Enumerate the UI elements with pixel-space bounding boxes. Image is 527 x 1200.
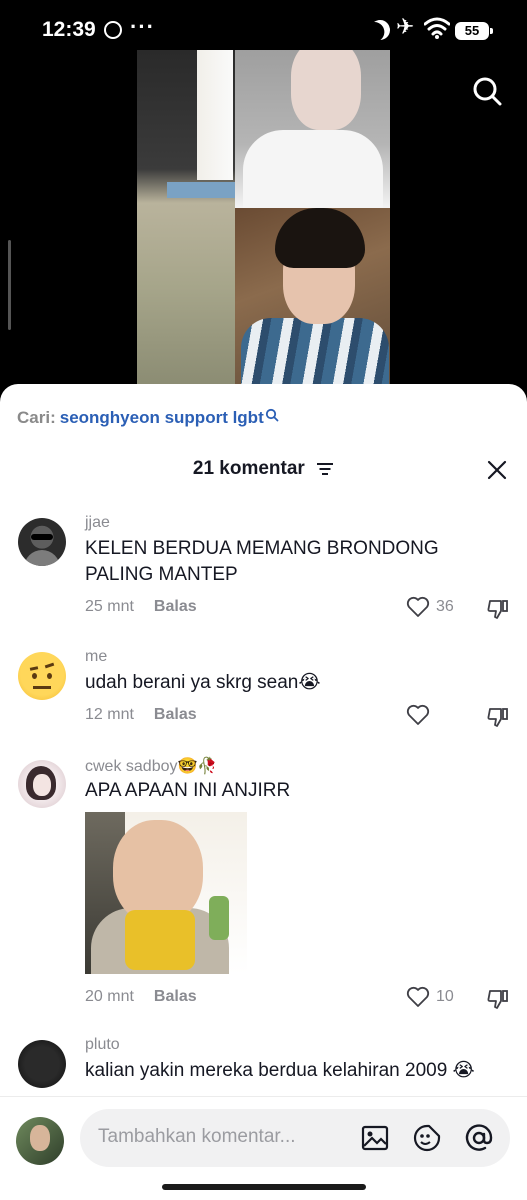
comment-username[interactable]: me	[85, 648, 107, 666]
comment-username[interactable]: jjae	[85, 514, 110, 532]
comment-meta: 20 mnt Balas	[85, 988, 197, 1006]
comment-input-placeholder[interactable]: Tambahkan komentar...	[98, 1126, 296, 1148]
comments-header: 21 komentar	[0, 458, 527, 480]
related-search-query[interactable]: seonghyeon support lgbt	[60, 408, 264, 427]
battery-indicator: 55	[455, 22, 493, 40]
comments-sheet: Cari: seonghyeon support lgbt 21 komentar…	[0, 384, 527, 1200]
comment-time: 25 mnt	[85, 598, 134, 615]
reply-button[interactable]: Balas	[154, 988, 197, 1005]
comment-username[interactable]: pluto	[85, 1036, 120, 1054]
related-search-label: Cari:	[17, 408, 56, 427]
like-button[interactable]: 10	[406, 986, 454, 1008]
like-count: 10	[436, 988, 454, 1005]
emoji-icon[interactable]	[412, 1123, 442, 1153]
like-button[interactable]: 36	[406, 596, 454, 618]
status-time: 12:39	[42, 18, 96, 41]
video-panel-top-right	[235, 50, 390, 220]
video-panel-bottom-right	[235, 208, 390, 390]
comment-meta: 12 mnt Balas	[85, 706, 197, 724]
comment-time: 12 mnt	[85, 706, 134, 723]
comments-count: 21 komentar	[192, 458, 305, 479]
video-preview[interactable]	[137, 50, 390, 390]
more-notifications-icon: ···	[130, 14, 155, 39]
reply-button[interactable]: Balas	[154, 598, 197, 615]
comment-input[interactable]: Tambahkan komentar...	[80, 1109, 510, 1167]
comment-item: pluto kalian yakin mereka berdua kelahir…	[0, 1036, 527, 1096]
close-icon[interactable]	[486, 459, 508, 481]
mention-icon[interactable]	[464, 1123, 494, 1153]
heart-icon	[406, 986, 430, 1007]
comment-gif[interactable]	[85, 812, 247, 974]
home-indicator	[162, 1184, 366, 1190]
search-icon	[265, 408, 279, 422]
comment-text: KELEN BERDUA MEMANG BRONDONG PALING MANT…	[85, 538, 439, 585]
heart-icon	[406, 704, 430, 725]
comment-text: udah berani ya skrg sean😭	[85, 672, 321, 693]
comment-username[interactable]: cwek sadboy🤓🥀	[85, 756, 217, 776]
dislike-icon[interactable]	[486, 597, 510, 621]
sort-icon[interactable]	[316, 462, 334, 476]
wifi-icon	[424, 17, 450, 39]
avatar[interactable]	[18, 760, 66, 808]
avatar[interactable]	[18, 652, 66, 700]
comment-meta: 25 mnt Balas	[85, 598, 197, 616]
whatsapp-icon	[104, 21, 122, 39]
do-not-disturb-icon	[367, 17, 393, 43]
comment-time: 20 mnt	[85, 988, 134, 1005]
avatar[interactable]	[16, 1117, 64, 1165]
related-search[interactable]: Cari: seonghyeon support lgbt	[17, 408, 279, 428]
like-button[interactable]	[406, 704, 436, 726]
reply-button[interactable]: Balas	[154, 706, 197, 723]
avatar[interactable]	[18, 1040, 66, 1088]
image-icon[interactable]	[360, 1123, 390, 1153]
airplane-mode-icon: ✈	[396, 14, 415, 39]
dislike-icon[interactable]	[486, 705, 510, 729]
video-panel-left	[137, 50, 235, 390]
comment-text: APA APAAN INI ANJIRR	[85, 780, 291, 801]
side-handle	[8, 240, 11, 330]
like-count: 36	[436, 598, 454, 615]
comment-text: kalian yakin mereka berdua kelahiran 200…	[85, 1060, 475, 1081]
heart-icon	[406, 596, 430, 617]
dislike-icon[interactable]	[486, 987, 510, 1011]
avatar[interactable]	[18, 518, 66, 566]
search-icon[interactable]	[472, 76, 502, 106]
